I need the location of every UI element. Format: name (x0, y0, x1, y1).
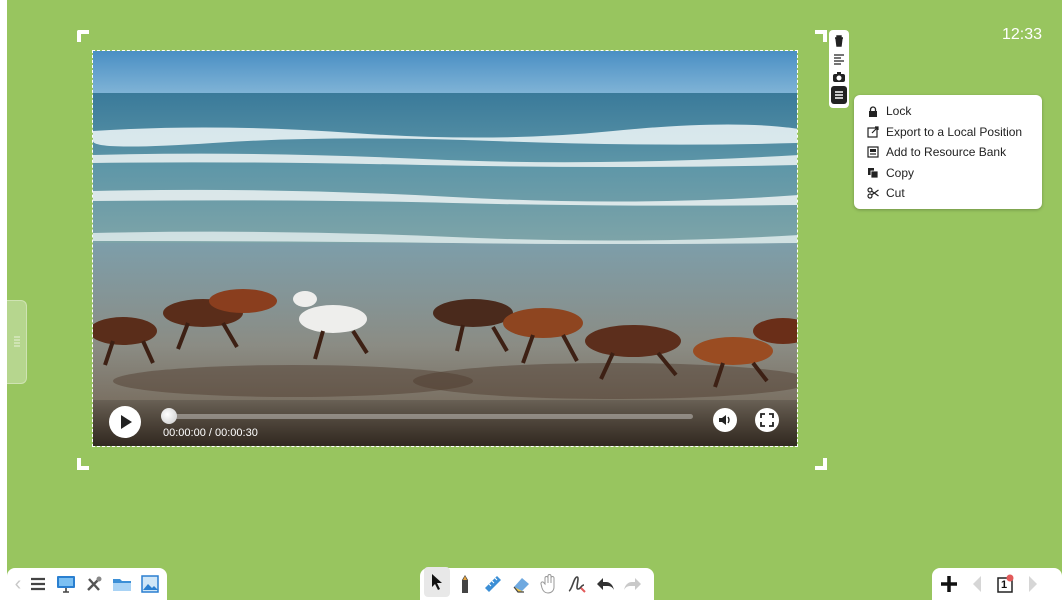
context-menu: Lock Export to a Local Position Add to R… (854, 95, 1042, 209)
video-player[interactable]: 00:00:00 / 00:00:30 (92, 50, 798, 447)
undo-icon[interactable] (592, 571, 618, 597)
video-controls: 00:00:00 / 00:00:30 (93, 400, 797, 446)
object-toolstrip (829, 30, 849, 108)
resize-handle-bottom-left[interactable] (77, 458, 89, 470)
ruler-icon[interactable] (480, 571, 506, 597)
fullscreen-icon (760, 413, 774, 427)
menu-item-label: Export to a Local Position (886, 124, 1023, 139)
trash-icon[interactable] (831, 32, 847, 50)
page-number: 1 (1001, 579, 1008, 591)
scissors-icon (866, 186, 880, 200)
eraser-icon[interactable] (508, 571, 534, 597)
volume-button[interactable] (713, 408, 737, 432)
menu-item-lock[interactable]: Lock (866, 101, 1042, 122)
chevron-left-icon[interactable]: ‹ (11, 573, 25, 596)
fullscreen-button[interactable] (755, 408, 779, 432)
menu-item-add-resource[interactable]: Add to Resource Bank (866, 142, 1042, 163)
bottom-left-toolbar: ‹ (7, 568, 167, 600)
resize-handle-top-right[interactable] (815, 30, 827, 42)
progress-bar[interactable] (165, 414, 693, 419)
tools-icon[interactable] (81, 571, 107, 597)
text-format-icon[interactable] (831, 50, 847, 68)
grip-icon (13, 336, 20, 347)
menu-item-label: Cut (886, 186, 905, 201)
progress-knob[interactable] (161, 408, 177, 424)
lock-icon (866, 104, 880, 118)
menu-item-cut[interactable]: Cut (866, 183, 1042, 204)
prev-page-icon[interactable] (964, 571, 990, 597)
menu-item-label: Add to Resource Bank (886, 145, 1007, 160)
clock: 12:33 (1001, 26, 1042, 43)
volume-icon (719, 415, 730, 425)
menu-item-export[interactable]: Export to a Local Position (866, 122, 1042, 143)
bottom-right-toolbar: 1 (932, 568, 1062, 600)
redo-icon[interactable] (620, 571, 646, 597)
menu-icon[interactable] (831, 86, 847, 104)
time-display: 00:00:00 / 00:00:30 (163, 427, 258, 439)
handwriting-icon[interactable] (564, 571, 590, 597)
folder-icon[interactable] (109, 571, 135, 597)
menu-item-label: Lock (886, 104, 912, 119)
bottom-center-toolbar (420, 567, 654, 600)
play-button[interactable] (109, 406, 141, 438)
resize-handle-top-left[interactable] (77, 30, 89, 42)
video-frame-image (93, 51, 797, 446)
image-icon[interactable] (137, 571, 163, 597)
copy-icon (866, 166, 880, 180)
page-number-icon[interactable]: 1 (992, 571, 1018, 597)
pen-icon[interactable] (452, 571, 478, 597)
resize-handle-bottom-right[interactable] (815, 458, 827, 470)
add-page-icon[interactable] (936, 571, 962, 597)
menu-item-copy[interactable]: Copy (866, 163, 1042, 184)
menu-icon[interactable] (25, 571, 51, 597)
side-panel-toggle[interactable] (7, 300, 27, 384)
camera-icon[interactable] (831, 68, 847, 86)
hand-icon[interactable] (536, 571, 562, 597)
select-icon[interactable] (424, 567, 450, 597)
resource-bank-icon (866, 145, 880, 159)
export-icon (866, 125, 880, 139)
menu-item-label: Copy (886, 165, 915, 180)
monitor-icon[interactable] (53, 571, 79, 597)
next-page-icon[interactable] (1020, 571, 1046, 597)
